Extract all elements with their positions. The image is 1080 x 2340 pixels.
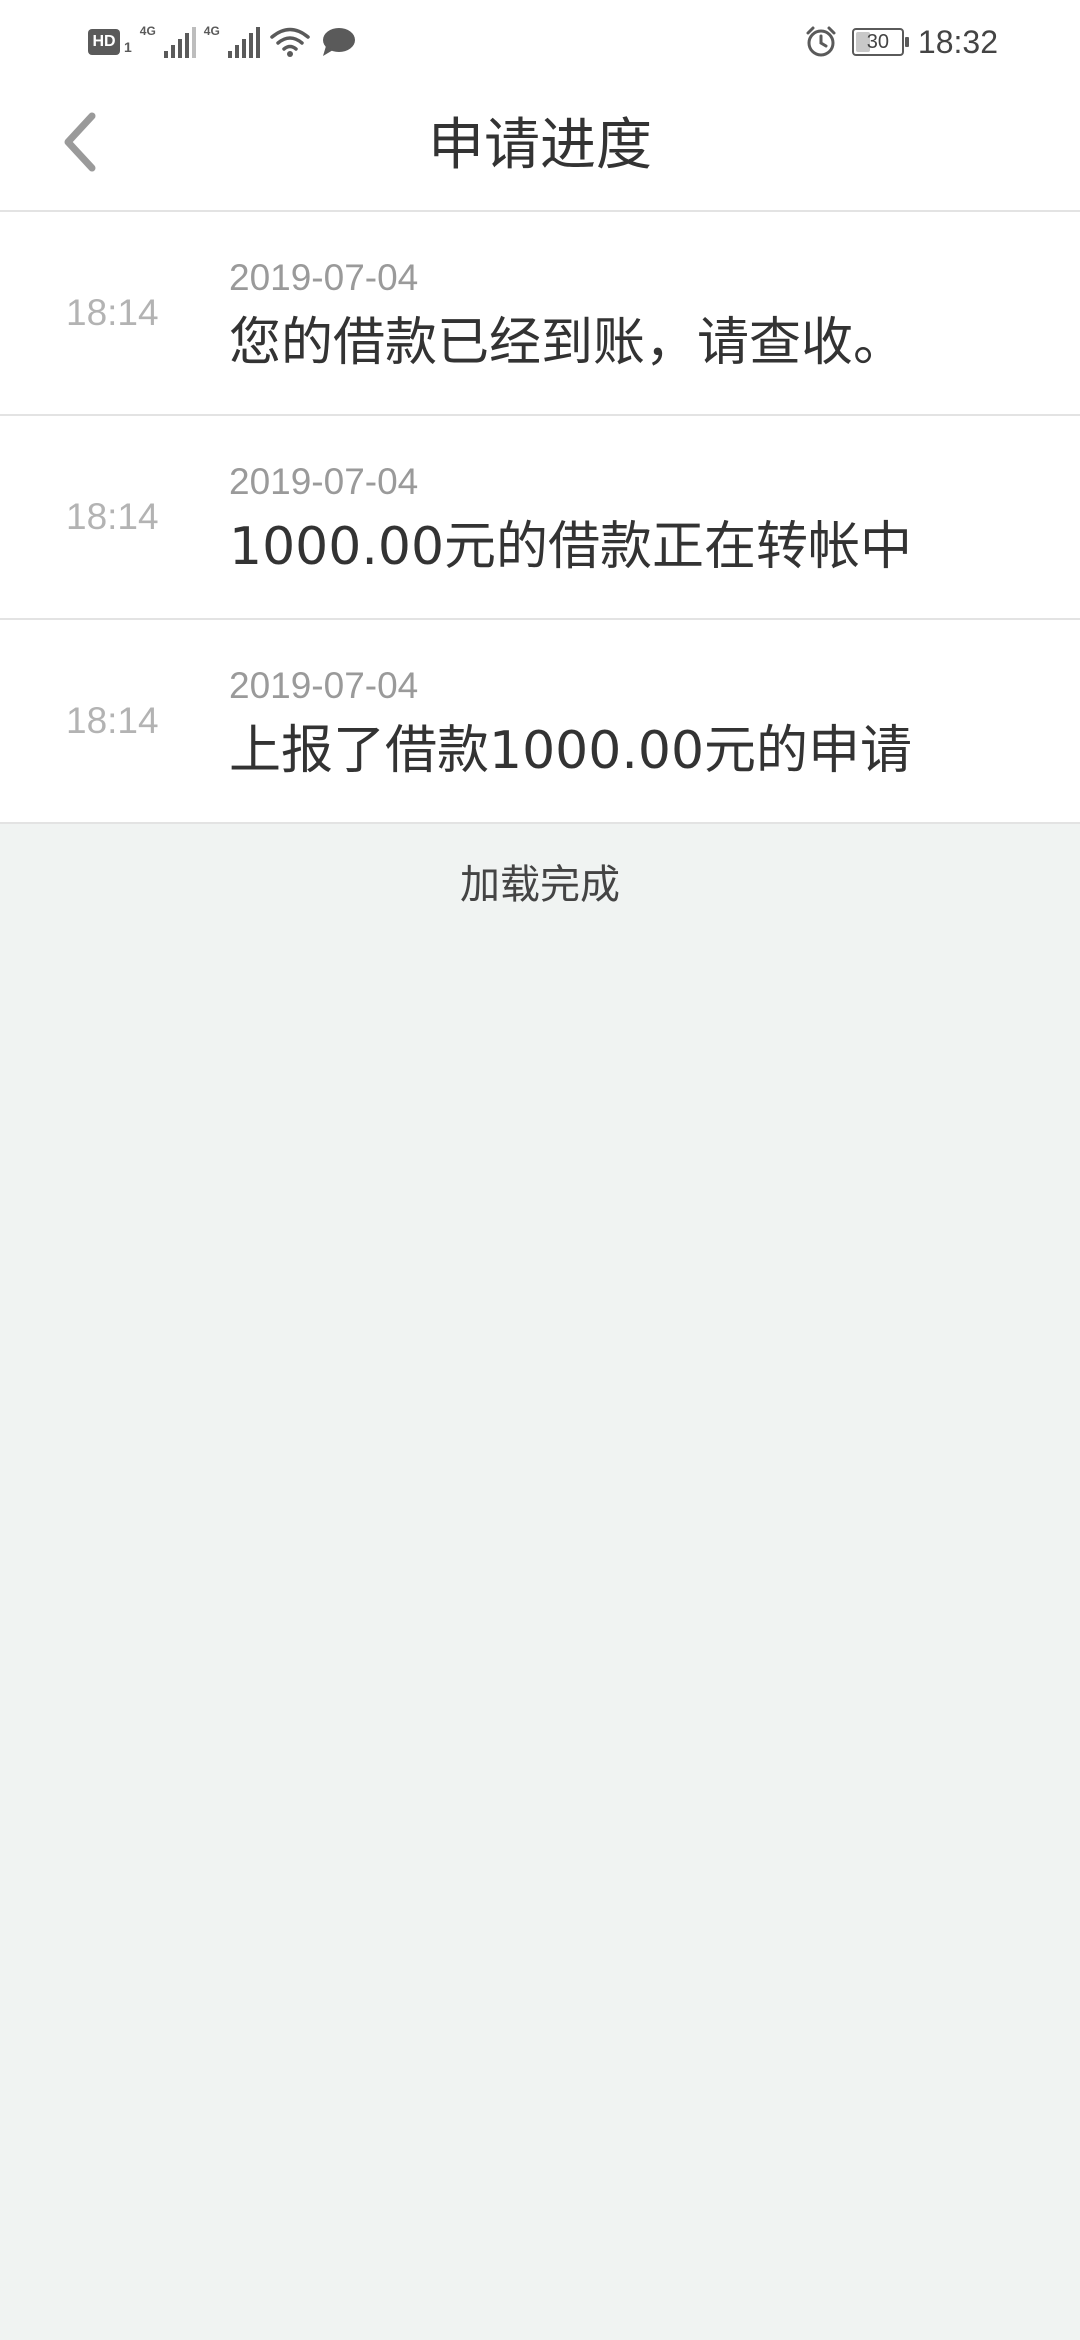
app-header: 申请进度	[0, 82, 1080, 212]
message-icon	[320, 26, 356, 58]
item-message: 上报了借款1000.00元的申请	[229, 721, 913, 781]
status-bar-left: HD 1 4G 4G	[88, 22, 356, 62]
network-type-label: 4G	[203, 24, 220, 38]
page-title: 申请进度	[428, 113, 652, 178]
list-item: 18:14 2019-07-04 上报了借款1000.00元的申请	[0, 620, 1080, 824]
status-bar: HD 1 4G 4G 30 18:32	[0, 0, 1080, 82]
item-date: 2019-07-04	[229, 461, 419, 502]
item-date: 2019-07-04	[229, 257, 419, 298]
progress-list: 18:14 2019-07-04 您的借款已经到账，请查收。 18:14 201…	[0, 212, 1080, 824]
load-complete-label: 加载完成	[460, 862, 620, 908]
item-message: 您的借款已经到账，请查收。	[229, 313, 906, 373]
item-time: 18:14	[66, 496, 159, 537]
item-time: 18:14	[66, 700, 159, 741]
network-type-label: 4G	[139, 24, 156, 38]
hd-icon: HD	[88, 29, 120, 55]
signal-4g-icon: 4G	[139, 24, 196, 58]
battery-icon: 30	[851, 28, 909, 56]
back-button[interactable]	[40, 102, 120, 182]
item-date: 2019-07-04	[229, 665, 419, 706]
status-time: 18:32	[917, 23, 998, 60]
alarm-icon	[804, 25, 838, 59]
signal-4g-icon: 4G	[203, 24, 260, 58]
battery-level: 30	[866, 30, 890, 53]
status-bar-right: 30 18:32	[804, 18, 998, 66]
item-time: 18:14	[66, 292, 159, 333]
chevron-left-icon	[64, 112, 96, 172]
item-message: 1000.00元的借款正在转帐中	[229, 517, 913, 577]
wifi-icon	[270, 26, 310, 58]
list-item: 18:14 2019-07-04 1000.00元的借款正在转帐中	[0, 416, 1080, 620]
list-item: 18:14 2019-07-04 您的借款已经到账，请查收。	[0, 212, 1080, 416]
sim1-icon: 1	[124, 39, 132, 55]
